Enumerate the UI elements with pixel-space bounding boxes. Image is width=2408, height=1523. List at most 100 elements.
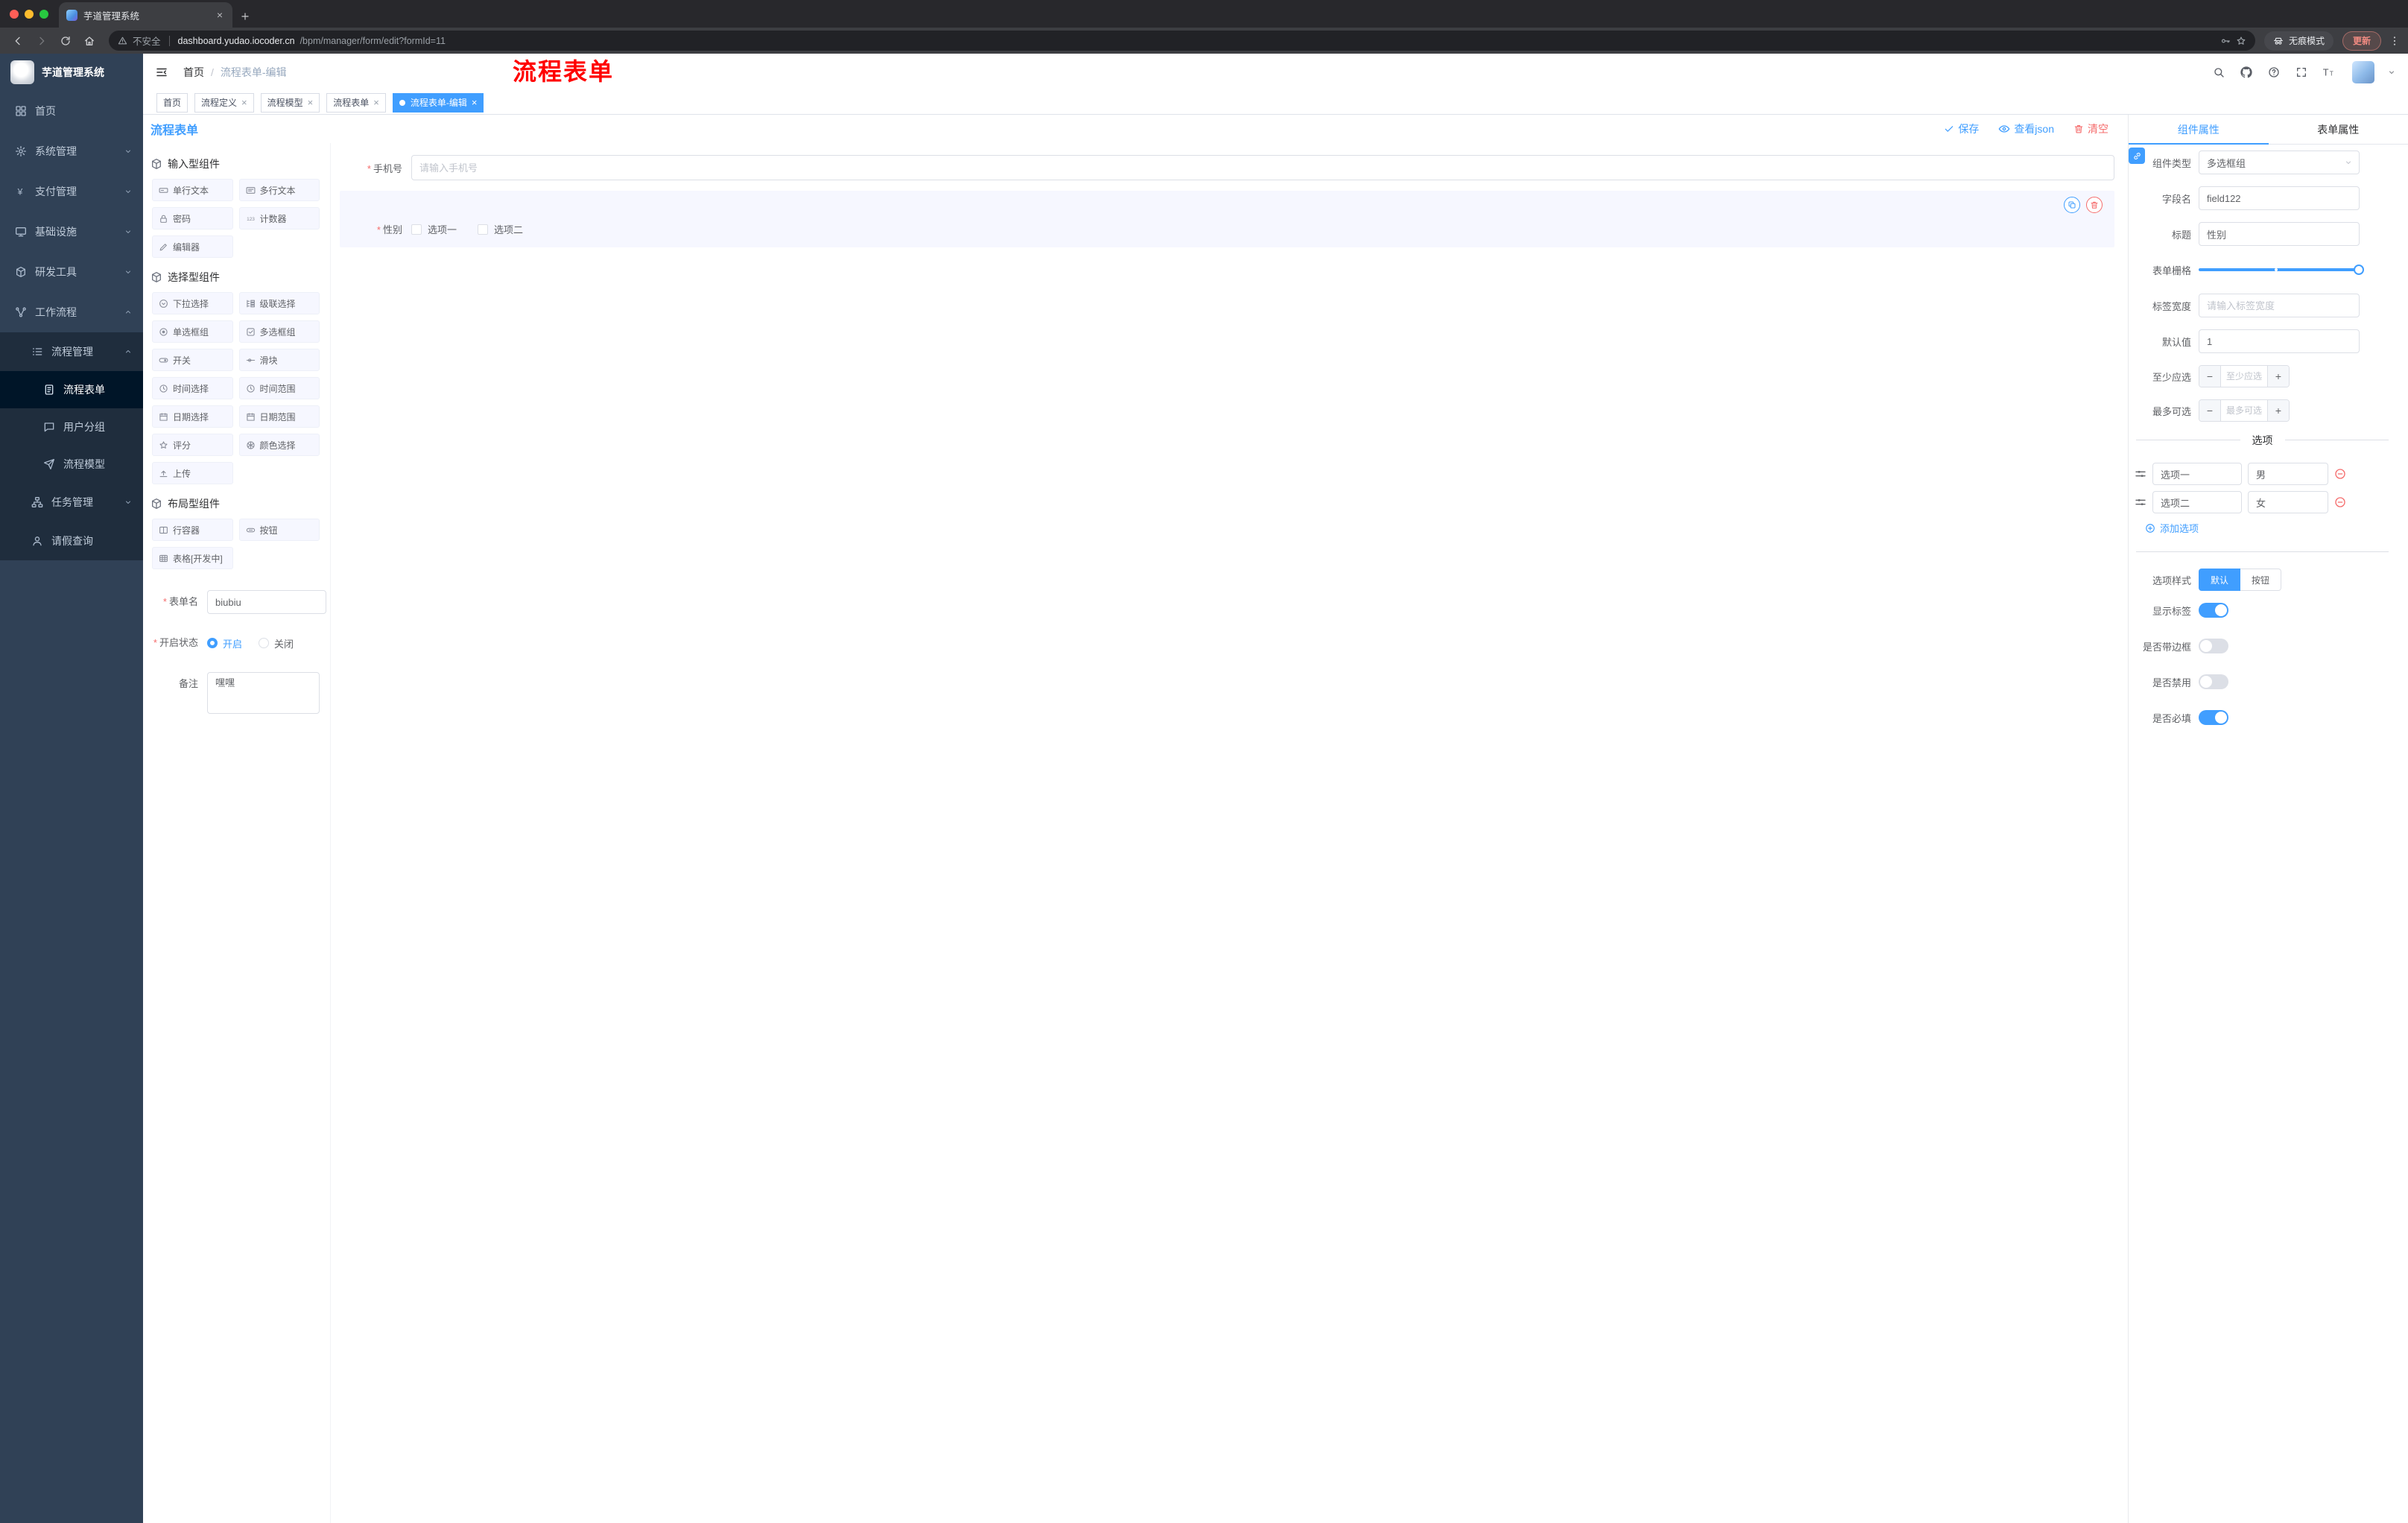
sidebar-item-process-form[interactable]: 流程表单 bbox=[0, 371, 143, 408]
new-tab-button[interactable] bbox=[240, 11, 250, 22]
palette-item-counter[interactable]: 计数器 bbox=[238, 207, 320, 229]
disabled-switch[interactable] bbox=[2199, 674, 2228, 689]
phone-input[interactable] bbox=[411, 155, 2114, 180]
sidebar-item-user-group[interactable]: 用户分组 bbox=[0, 408, 143, 446]
browser-update-button[interactable]: 更新 bbox=[2342, 31, 2381, 51]
palette-item-table[interactable]: 表格[开发中] bbox=[152, 547, 233, 569]
tag-process-form-edit[interactable]: 流程表单-编辑 × bbox=[392, 92, 484, 113]
gender-option2-checkbox[interactable]: 选项二 bbox=[478, 222, 523, 236]
close-tag-icon[interactable]: × bbox=[373, 97, 379, 108]
tag-home[interactable]: 首页 bbox=[156, 92, 188, 113]
palette-item-time-picker[interactable]: 时间选择 bbox=[152, 377, 233, 399]
slider-handle[interactable] bbox=[2354, 265, 2364, 275]
palette-item-radio-group[interactable]: 单选框组 bbox=[152, 320, 233, 343]
border-switch[interactable] bbox=[2199, 639, 2228, 653]
password-key-icon[interactable] bbox=[2220, 36, 2231, 46]
add-option-button[interactable]: 添加选项 bbox=[2145, 521, 2393, 535]
forward-icon[interactable] bbox=[31, 31, 52, 51]
sidebar-item-system[interactable]: 系统管理 bbox=[0, 131, 143, 171]
palette-item-date-range[interactable]: 日期范围 bbox=[238, 405, 320, 428]
github-icon[interactable] bbox=[2239, 65, 2254, 80]
address-bar[interactable]: 不安全 dashboard.yudao.iocoder.cn/bpm/manag… bbox=[109, 31, 2255, 51]
clear-button[interactable]: 清空 bbox=[2073, 121, 2108, 136]
browser-tab[interactable]: 芋道管理系统 × bbox=[59, 2, 232, 28]
form-grid-slider[interactable] bbox=[2199, 258, 2364, 282]
palette-item-row-container[interactable]: 行容器 bbox=[152, 519, 233, 541]
user-avatar[interactable] bbox=[2352, 61, 2374, 83]
style-button-button[interactable]: 按钮 bbox=[2240, 569, 2282, 591]
app-logo[interactable]: 芋道管理系统 bbox=[0, 54, 143, 91]
canvas-field-phone[interactable]: * 手机号 bbox=[340, 153, 2114, 182]
form-name-input[interactable] bbox=[207, 590, 326, 614]
search-icon[interactable] bbox=[2211, 65, 2226, 80]
palette-item-single-line-text[interactable]: 单行文本 bbox=[152, 179, 233, 201]
collapse-sidebar-icon[interactable] bbox=[155, 66, 168, 79]
palette-item-button[interactable]: 按钮 bbox=[238, 519, 320, 541]
home-icon[interactable] bbox=[79, 31, 100, 51]
sidebar-item-devtools[interactable]: 研发工具 bbox=[0, 252, 143, 292]
back-icon[interactable] bbox=[7, 31, 28, 51]
increase-button[interactable]: + bbox=[2267, 366, 2289, 387]
close-tag-icon[interactable]: × bbox=[241, 97, 247, 108]
label-width-input[interactable] bbox=[2199, 294, 2360, 317]
sidebar-item-infra[interactable]: 基础设施 bbox=[0, 212, 143, 252]
canvas-field-gender[interactable]: * 性别 选项一 选项二 bbox=[340, 191, 2114, 247]
component-type-select[interactable]: 多选框组 bbox=[2199, 151, 2360, 174]
help-icon[interactable] bbox=[2266, 65, 2281, 80]
sidebar-item-process-model[interactable]: 流程模型 bbox=[0, 446, 143, 483]
delete-field-button[interactable] bbox=[2086, 197, 2103, 213]
status-off-radio[interactable]: 关闭 bbox=[259, 636, 294, 650]
gender-option1-checkbox[interactable]: 选项一 bbox=[411, 222, 457, 236]
sidebar-item-workflow[interactable]: 工作流程 bbox=[0, 292, 143, 332]
tag-process-definition[interactable]: 流程定义 × bbox=[194, 92, 254, 113]
decrease-button[interactable]: − bbox=[2199, 366, 2221, 387]
remove-option-icon[interactable] bbox=[2334, 468, 2346, 480]
title-input[interactable] bbox=[2199, 222, 2360, 246]
close-window-button[interactable] bbox=[10, 9, 19, 19]
reload-icon[interactable] bbox=[55, 31, 76, 51]
tab-component-props[interactable]: 组件属性 bbox=[2129, 115, 2269, 145]
sidebar-item-home[interactable]: 首页 bbox=[0, 91, 143, 131]
remove-option-icon[interactable] bbox=[2334, 496, 2346, 508]
palette-item-cascader[interactable]: 级联选择 bbox=[238, 292, 320, 314]
tag-process-form[interactable]: 流程表单 × bbox=[326, 92, 386, 113]
max-select-input[interactable] bbox=[2221, 400, 2267, 421]
increase-button[interactable]: + bbox=[2267, 400, 2289, 421]
form-remark-textarea[interactable] bbox=[207, 672, 320, 714]
min-select-input[interactable] bbox=[2221, 366, 2267, 387]
decrease-button[interactable]: − bbox=[2199, 400, 2221, 421]
option-label-input[interactable] bbox=[2152, 463, 2242, 485]
palette-item-select[interactable]: 下拉选择 bbox=[152, 292, 233, 314]
default-value-input[interactable] bbox=[2199, 329, 2360, 353]
required-switch[interactable] bbox=[2199, 710, 2228, 725]
palette-item-checkbox-group[interactable]: 多选框组 bbox=[238, 320, 320, 343]
status-on-radio[interactable]: 开启 bbox=[207, 636, 242, 650]
palette-item-multi-line-text[interactable]: 多行文本 bbox=[238, 179, 320, 201]
copy-field-button[interactable] bbox=[2064, 197, 2080, 213]
style-default-button[interactable]: 默认 bbox=[2199, 569, 2241, 591]
sidebar-item-payment[interactable]: 支付管理 bbox=[0, 171, 143, 212]
palette-item-rate[interactable]: 评分 bbox=[152, 434, 233, 456]
tag-process-model[interactable]: 流程模型 × bbox=[260, 92, 320, 113]
sidebar-item-process-manage[interactable]: 流程管理 bbox=[0, 332, 143, 371]
palette-item-switch[interactable]: 开关 bbox=[152, 349, 233, 371]
breadcrumb-home[interactable]: 首页 bbox=[183, 65, 204, 80]
drag-handle-icon[interactable] bbox=[2135, 468, 2146, 480]
fullscreen-icon[interactable] bbox=[2294, 65, 2309, 80]
palette-item-date-picker[interactable]: 日期选择 bbox=[152, 405, 233, 428]
bookmark-star-icon[interactable] bbox=[2236, 36, 2246, 46]
tab-form-props[interactable]: 表单属性 bbox=[2269, 115, 2408, 144]
option-label-input[interactable] bbox=[2152, 491, 2242, 513]
palette-item-upload[interactable]: 上传 bbox=[152, 462, 233, 484]
link-icon[interactable] bbox=[2129, 148, 2145, 164]
field-name-input[interactable] bbox=[2199, 186, 2360, 210]
browser-menu-icon[interactable] bbox=[2389, 35, 2401, 47]
sidebar-item-leave-query[interactable]: 请假查询 bbox=[0, 522, 143, 560]
show-label-switch[interactable] bbox=[2199, 603, 2228, 618]
tab-close-icon[interactable]: × bbox=[213, 8, 226, 22]
palette-item-time-range[interactable]: 时间范围 bbox=[238, 377, 320, 399]
close-tag-icon[interactable]: × bbox=[308, 97, 314, 108]
caret-down-icon[interactable] bbox=[2387, 68, 2396, 77]
palette-item-color-picker[interactable]: 颜色选择 bbox=[238, 434, 320, 456]
form-canvas[interactable]: *手机号 *性别 选项一 选项二 bbox=[331, 143, 2128, 1523]
